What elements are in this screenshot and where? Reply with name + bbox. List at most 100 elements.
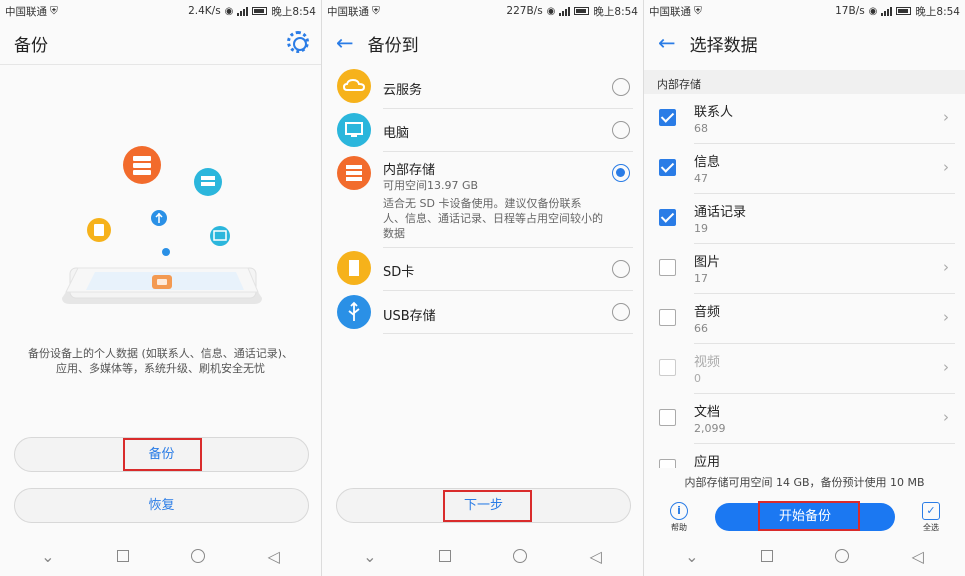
storage-footnote: 内部存储可用空间 14 GB，备份预计使用 10 MB (684, 476, 925, 489)
backup-screen: 中国联通 ⛨ 2.4K/s ◉ 晚上8:54 备份 备份设备上的个人数据 (如联系人、… (0, 0, 321, 576)
status-bar: 中国联通 ⛨ 17B/s ◉ 晚上8:54 (644, 0, 965, 22)
highlight-box (758, 501, 860, 531)
recent-apps-icon[interactable] (760, 550, 773, 562)
checkbox[interactable] (659, 309, 676, 326)
home-icon[interactable] (191, 549, 206, 563)
option-internal-storage[interactable]: 内部存储 可用空间13.97 GB 适合无 SD 卡设备使用。建议仅备份联系人、… (322, 153, 643, 245)
back-triangle-icon[interactable]: ◁ (268, 547, 280, 566)
item-count: 0 (694, 372, 701, 385)
phone-illustration (62, 267, 262, 304)
chevron-right-icon: › (943, 358, 949, 376)
page-title: 选择数据 (689, 35, 758, 56)
back-triangle-icon[interactable]: ◁ (590, 547, 602, 566)
backup-description: 备份设备上的个人数据 (如联系人、信息、通话记录)、 应用、多媒体等，系统升级、… (27, 347, 294, 375)
list-item[interactable]: 音频 66 › (644, 294, 965, 344)
option-label: 内部存储 (383, 163, 436, 178)
storage-note: 适合无 SD 卡设备使用。建议仅备份联系人、信息、通话记录、日程等占用空间较小的… (383, 197, 603, 240)
chevron-down-icon[interactable]: ⌄ (363, 547, 376, 566)
radio-cloud[interactable] (612, 78, 630, 96)
item-count: 68 (694, 122, 708, 135)
network-speed: 227B/s (506, 5, 543, 17)
help-label: 帮助 (671, 523, 687, 532)
nav-bar: ⌄ ◁ (644, 536, 965, 576)
recent-apps-icon[interactable] (116, 550, 129, 562)
chevron-right-icon[interactable]: › (943, 158, 949, 176)
chevron-down-icon[interactable]: ⌄ (41, 547, 54, 566)
back-arrow-icon[interactable]: ← (336, 32, 354, 54)
chevron-right-icon[interactable]: › (943, 108, 949, 126)
highlight-box (443, 490, 532, 522)
chevron-down-icon[interactable]: ⌄ (685, 547, 698, 566)
title-bar: ← 备份到 (322, 22, 643, 64)
shield-icon: ⛨ (694, 4, 702, 17)
item-count: 47 (694, 172, 708, 185)
info-icon: i (670, 502, 688, 520)
battery-icon (574, 7, 590, 15)
title-bar: 备份 (0, 22, 321, 64)
gear-icon[interactable] (287, 31, 309, 53)
list-item[interactable]: 通话记录 19 (644, 194, 965, 244)
clock: 晚上8:54 (915, 5, 960, 18)
radio-internal-storage[interactable] (612, 164, 630, 182)
item-count: 66 (694, 322, 708, 335)
sd-card-icon (337, 251, 371, 285)
item-count: 17 (694, 272, 708, 285)
restore-button[interactable]: 恢复 (14, 488, 309, 523)
item-name: 联系人 (694, 105, 734, 120)
chevron-right-icon[interactable]: › (943, 408, 949, 426)
list-item[interactable]: 信息 47 › (644, 144, 965, 194)
item-count: 19 (694, 222, 708, 235)
list-item[interactable]: 文档 2,099 › (644, 394, 965, 444)
shield-icon: ⛨ (372, 4, 380, 17)
status-bar: 中国联通 ⛨ 2.4K/s ◉ 晚上8:54 (0, 0, 321, 22)
item-name: 音频 (694, 305, 721, 320)
list-item[interactable]: 联系人 68 › (644, 94, 965, 144)
list-item[interactable]: 图片 17 › (644, 244, 965, 294)
checkbox (659, 359, 676, 376)
select-all-button[interactable]: ✓ 全选 (916, 502, 946, 533)
carrier-label: 中国联通 (5, 5, 47, 18)
clock: 晚上8:54 (593, 5, 638, 18)
battery-icon (896, 7, 912, 15)
checkbox[interactable] (659, 259, 676, 276)
option-label: SD卡 (383, 265, 415, 280)
option-cloud[interactable]: 云服务 (322, 67, 643, 109)
nav-bar: ⌄ ◁ (322, 536, 643, 576)
highlight-box (123, 438, 202, 471)
eye-icon: ◉ (546, 5, 556, 17)
usb-icon (337, 295, 371, 329)
item-name: 视频 (694, 355, 721, 370)
option-label: USB存储 (383, 309, 436, 324)
back-arrow-icon[interactable]: ← (658, 32, 676, 54)
list-item[interactable]: 应用 (644, 444, 965, 468)
recent-apps-icon[interactable] (438, 550, 451, 562)
home-icon[interactable] (513, 549, 528, 563)
option-computer[interactable]: 电脑 (322, 110, 643, 150)
option-sd-card[interactable]: SD卡 (322, 249, 643, 289)
battery-icon (252, 7, 268, 15)
carrier-label: 中国联通 (327, 5, 369, 18)
monitor-icon (337, 113, 371, 147)
radio-computer[interactable] (612, 121, 630, 139)
checkbox[interactable] (659, 209, 676, 226)
home-icon[interactable] (835, 549, 850, 563)
select-all-label: 全选 (923, 523, 939, 532)
select-all-icon: ✓ (922, 502, 940, 520)
chevron-right-icon[interactable]: › (943, 308, 949, 326)
item-count: 2,099 (694, 422, 726, 435)
back-triangle-icon[interactable]: ◁ (912, 547, 924, 566)
checkbox[interactable] (659, 459, 676, 468)
checkbox[interactable] (659, 409, 676, 426)
radio-usb[interactable] (612, 303, 630, 321)
eye-icon: ◉ (868, 5, 878, 17)
checkbox[interactable] (659, 159, 676, 176)
checkbox[interactable] (659, 109, 676, 126)
item-name: 图片 (694, 255, 721, 270)
option-usb[interactable]: USB存储 (322, 292, 643, 332)
title-bar: ← 选择数据 (644, 22, 965, 64)
help-button[interactable]: i 帮助 (664, 502, 694, 533)
signal-icon (237, 6, 249, 16)
chevron-right-icon[interactable]: › (943, 258, 949, 276)
radio-sd-card[interactable] (612, 260, 630, 278)
carrier-label: 中国联通 (649, 5, 691, 18)
